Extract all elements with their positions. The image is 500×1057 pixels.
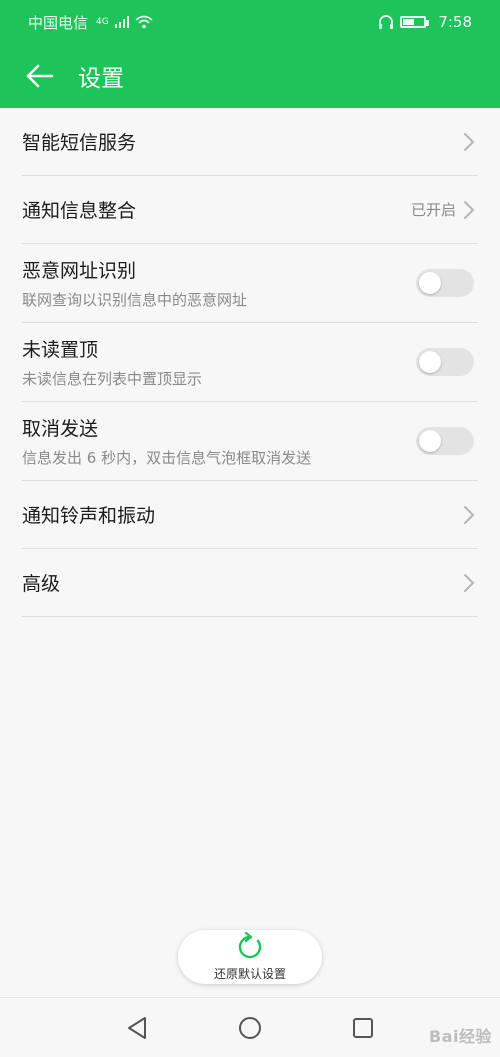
triangle-back-icon (127, 1016, 146, 1039)
nav-back-button[interactable] (117, 1008, 157, 1048)
row-right (462, 132, 478, 152)
row-right (462, 573, 478, 593)
chevron-right-icon (464, 505, 475, 524)
setting-title: 智能短信服务 (22, 132, 137, 154)
row-right (462, 505, 478, 525)
page-title: 设置 (78, 66, 124, 92)
status-bar-right: 7:58 (378, 13, 472, 31)
app-bar: 设置 (0, 44, 500, 108)
setting-smart-sms-service[interactable]: 智能短信服务 (22, 108, 478, 176)
chevron-right-icon (464, 132, 475, 151)
row-text: 通知铃声和振动 (22, 501, 155, 528)
back-button[interactable] (12, 48, 68, 104)
nav-recents-button[interactable] (343, 1008, 383, 1048)
setting-unread-pin: 未读置顶 未读信息在列表中置顶显示 (22, 323, 478, 402)
toggle-knob (419, 351, 441, 373)
refresh-icon (238, 932, 262, 959)
headphones-icon (379, 15, 394, 29)
system-nav-bar (0, 997, 500, 1057)
setting-subtitle: 信息发出 6 秒内，双击信息气泡框取消发送 (22, 449, 312, 467)
chevron-right-icon (464, 200, 475, 219)
restore-defaults-label: 还原默认设置 (213, 967, 286, 981)
watermark: Bai经验 (429, 1027, 492, 1046)
setting-title: 取消发送 (22, 418, 99, 440)
row-text: 智能短信服务 (22, 128, 136, 155)
carrier-name: 中国电信 (28, 13, 89, 32)
setting-ringtone-vibration[interactable]: 通知铃声和振动 (22, 481, 478, 549)
cancel-send-toggle[interactable] (416, 427, 474, 455)
toggle-knob (419, 430, 441, 452)
row-text: 高级 (22, 569, 60, 596)
row-text: 未读置顶 未读信息在列表中置顶显示 (22, 335, 202, 389)
malicious-url-toggle[interactable] (416, 269, 474, 297)
chevron-right-icon (464, 573, 475, 592)
setting-notification-merge[interactable]: 通知信息整合 已开启 (22, 176, 478, 244)
network-type: 4G (96, 17, 109, 27)
settings-list: 智能短信服务 通知信息整合 已开启 恶意网址识别 联网查询以识别信息中的恶意网址… (0, 108, 500, 617)
setting-malicious-url: 恶意网址识别 联网查询以识别信息中的恶意网址 (22, 244, 478, 323)
status-time: 7:58 (438, 13, 472, 31)
circle-home-icon (238, 1016, 261, 1039)
unread-pin-toggle[interactable] (416, 348, 474, 376)
setting-title: 高级 (22, 573, 61, 595)
row-right: 已开启 (411, 199, 478, 220)
setting-title: 通知铃声和振动 (22, 505, 156, 527)
status-bar: 中国电信 4G 7:58 (0, 0, 500, 44)
signal-icon (114, 16, 129, 28)
arrow-left-icon (26, 64, 54, 88)
setting-cancel-send: 取消发送 信息发出 6 秒内，双击信息气泡框取消发送 (22, 402, 478, 481)
setting-title: 未读置顶 (22, 339, 99, 361)
restore-defaults-button[interactable]: 还原默认设置 (178, 930, 322, 984)
setting-subtitle: 未读信息在列表中置顶显示 (22, 370, 203, 388)
battery-icon (400, 16, 430, 28)
status-bar-left: 中国电信 4G (28, 12, 153, 33)
toggle-knob (419, 272, 441, 294)
setting-subtitle: 联网查询以识别信息中的恶意网址 (22, 291, 248, 309)
setting-title: 恶意网址识别 (22, 260, 137, 282)
row-text: 恶意网址识别 联网查询以识别信息中的恶意网址 (22, 256, 247, 310)
setting-title: 通知信息整合 (22, 200, 137, 222)
setting-advanced[interactable]: 高级 (22, 549, 478, 617)
row-text: 通知信息整合 (22, 196, 136, 223)
square-recents-icon (353, 1017, 374, 1038)
setting-value: 已开启 (410, 201, 456, 219)
nav-home-button[interactable] (230, 1008, 270, 1048)
wifi-icon (135, 15, 153, 29)
row-text: 取消发送 信息发出 6 秒内，双击信息气泡框取消发送 (22, 414, 311, 468)
